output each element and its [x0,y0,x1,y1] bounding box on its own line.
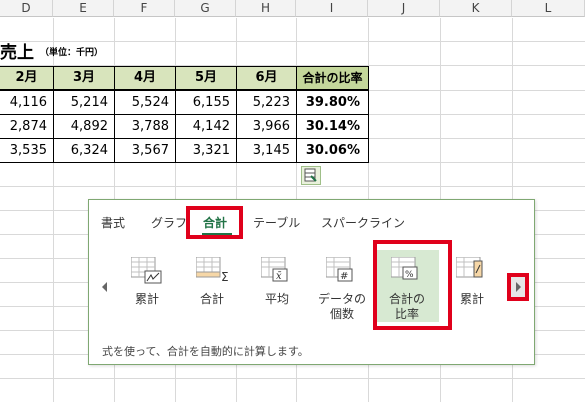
running-total-column-icon [456,257,483,278]
column-header-k[interactable]: K [440,0,512,17]
data-cell[interactable]: 4,142 [175,115,236,138]
tab-sparklines[interactable]: スパークライン [321,214,405,231]
column-header-g[interactable]: G [175,0,236,17]
header-cell[interactable]: 6月 [236,66,297,90]
svg-text:#: # [340,271,348,282]
data-cell[interactable]: 6,155 [175,91,236,114]
item-label-line2: 個数 [329,307,354,321]
svg-text:x̄: x̄ [276,271,282,282]
data-cell[interactable]: 5,214 [53,91,114,114]
svg-text:Σ: Σ [221,270,228,284]
header-cell[interactable]: 2月 [0,66,54,90]
data-cell[interactable]: 3,145 [236,139,296,162]
header-cell[interactable]: 5月 [175,66,237,90]
table-border [368,90,369,163]
item-description: 式を使って、合計を自動的に計算します。 [102,345,309,358]
ratio-cell[interactable]: 30.06% [296,139,368,162]
data-cell[interactable]: 3,966 [236,115,296,138]
highlight-box-scroll [507,273,529,301]
column-header-h[interactable]: H [236,0,296,17]
table-border [53,90,54,163]
data-cell[interactable]: 3,567 [114,139,175,162]
data-cell[interactable]: 4,892 [53,115,114,138]
table-border [236,90,237,163]
scroll-left-icon[interactable] [102,282,107,292]
data-cell[interactable]: 5,524 [114,91,175,114]
count-icon: # [326,257,353,282]
item-label-line1: データの [317,292,366,306]
sheet-title-text: 売上 [0,43,34,63]
highlight-box-tab [186,206,243,239]
highlight-box-item [373,240,452,330]
table-border [175,90,176,163]
column-header-j[interactable]: J [368,0,440,17]
sum-icon: Σ [196,257,228,284]
table-border [114,90,115,163]
quick-analysis-panel[interactable]: 書式 グラフ 合計 テーブル スパークライン 累計 Σ 合計 x̄ 平均 # デ… [88,199,535,365]
quick-analysis-icon [304,168,317,182]
table-border [0,162,369,163]
average-icon: x̄ [261,257,288,282]
table-border [0,138,369,139]
item-sum[interactable]: Σ 合計 [180,250,244,322]
ratio-cell[interactable]: 39.80% [296,91,368,114]
column-header-i[interactable]: I [296,0,368,17]
item-label: データの 個数 [310,292,374,322]
table-border [0,90,369,91]
header-cell[interactable]: 3月 [53,66,115,90]
tab-formatting[interactable]: 書式 [101,214,125,231]
tab-tables[interactable]: テーブル [253,214,300,231]
data-cell[interactable]: 3,321 [175,139,236,162]
gridline [0,378,585,379]
column-header-d[interactable]: D [0,0,53,17]
ratio-cell[interactable]: 30.14% [296,115,368,138]
data-cell[interactable]: 3,535 [0,139,53,162]
header-cell[interactable]: 4月 [114,66,176,90]
item-label: 累計 [134,292,159,306]
table-border [296,90,297,163]
unit-label: （単位：千円） [40,48,104,58]
column-header-l[interactable]: L [512,0,585,17]
column-header-e[interactable]: E [53,0,114,17]
item-average[interactable]: x̄ 平均 [245,250,309,322]
table-border [0,114,369,115]
item-label: 合計 [199,292,224,306]
running-total-row-icon [131,257,162,284]
item-label: 平均 [264,292,289,306]
data-cell[interactable]: 5,223 [236,91,296,114]
tab-charts[interactable]: グラフ [151,214,187,231]
item-count[interactable]: # データの 個数 [310,250,374,322]
data-cell[interactable]: 3,788 [114,115,175,138]
quick-analysis-button[interactable] [301,166,321,185]
data-cell[interactable]: 2,874 [0,115,53,138]
gridline [0,186,585,187]
item-running-total-row[interactable]: 累計 [115,250,179,322]
header-cell-ratio[interactable]: 合計の比率 [296,66,369,90]
column-header-f[interactable]: F [114,0,175,17]
data-cell[interactable]: 6,324 [53,139,114,162]
data-cell[interactable]: 4,116 [0,91,53,114]
sheet-title[interactable]: 売上 （単位：千円） [0,42,103,64]
